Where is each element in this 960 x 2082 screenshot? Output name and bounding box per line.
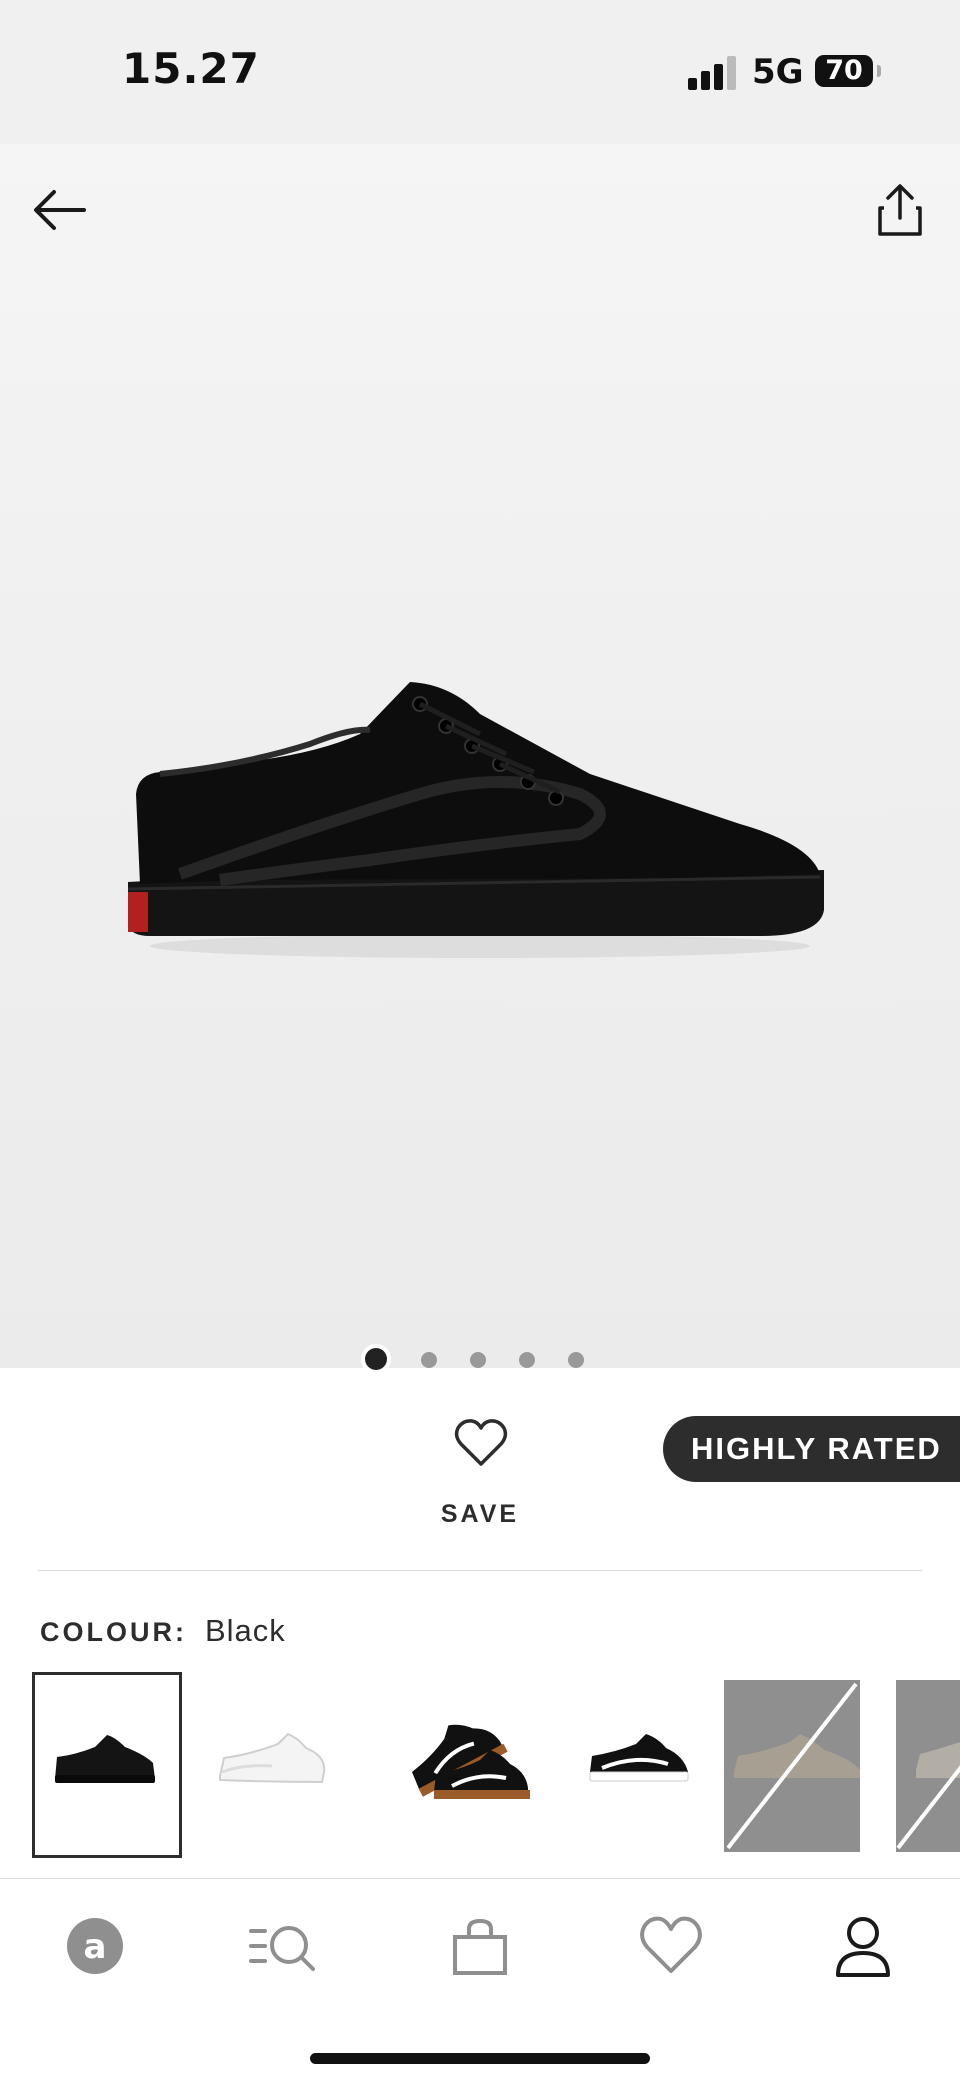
save-button[interactable]: SAVE [380,1410,580,1540]
swatch-black-gum[interactable] [392,1672,542,1858]
home-indicator [310,2053,650,2064]
product-shoe-image [127,682,824,958]
gallery-dot-5[interactable] [568,1352,584,1368]
heart-icon [454,1419,508,1466]
colour-label: COLOUR: [40,1617,187,1647]
bag-icon [453,1918,507,1975]
product-image-gallery[interactable]: HIGHLY RATED [0,144,960,1482]
bottom-tab-bar: a [0,1878,960,2082]
colour-value: Black [204,1613,286,1648]
gallery-dot-1[interactable] [365,1348,387,1370]
battery-level: 70 [825,55,863,86]
swatch-grey-unavailable-2[interactable] [896,1680,960,1852]
svg-text:a: a [84,1927,107,1967]
colour-swatch-list [32,1672,960,1862]
home-icon: a [67,1918,123,1974]
share-icon [878,184,922,236]
swatch-grey-unavailable[interactable] [724,1680,860,1852]
tab-search[interactable] [245,1911,315,1981]
status-time: 15.27 [122,44,260,93]
gallery-dot-2[interactable] [421,1352,437,1368]
grey-shoe-icon [726,1682,860,1850]
swatch-white[interactable] [212,1672,362,1858]
gallery-pagination [365,1346,595,1374]
divider [38,1570,922,1571]
highly-rated-badge: HIGHLY RATED [663,1416,960,1482]
gallery-dot-4[interactable] [519,1352,535,1368]
all-white-shoe-icon [219,1732,326,1784]
search-icon [249,1926,315,1971]
battery-icon: 70 [815,55,881,87]
share-button[interactable] [870,180,930,240]
tab-account[interactable] [828,1911,898,1981]
black-white-shoe-icon [589,1734,689,1782]
tab-home[interactable]: a [60,1911,130,1981]
arrow-left-icon [34,190,86,230]
colour-heading: COLOUR: Black [40,1613,286,1649]
swatch-black[interactable] [32,1672,182,1858]
account-icon [836,1917,890,1977]
swatch-black-white[interactable] [572,1672,722,1858]
all-black-shoe-icon [55,1735,155,1783]
status-bar: 15.27 5G 70 [0,0,960,144]
tab-saved[interactable] [636,1911,706,1981]
signal-icon [688,56,736,90]
grey-shoe-icon-2 [896,1742,960,1850]
gallery-dot-3[interactable] [470,1352,486,1368]
save-label: SAVE [440,1500,520,1528]
back-button[interactable] [28,178,92,242]
network-type: 5G [752,52,804,92]
black-gum-sole-shoe-pair-icon [411,1724,530,1799]
saved-heart-icon [640,1916,702,1973]
tab-bag[interactable] [445,1911,515,1981]
